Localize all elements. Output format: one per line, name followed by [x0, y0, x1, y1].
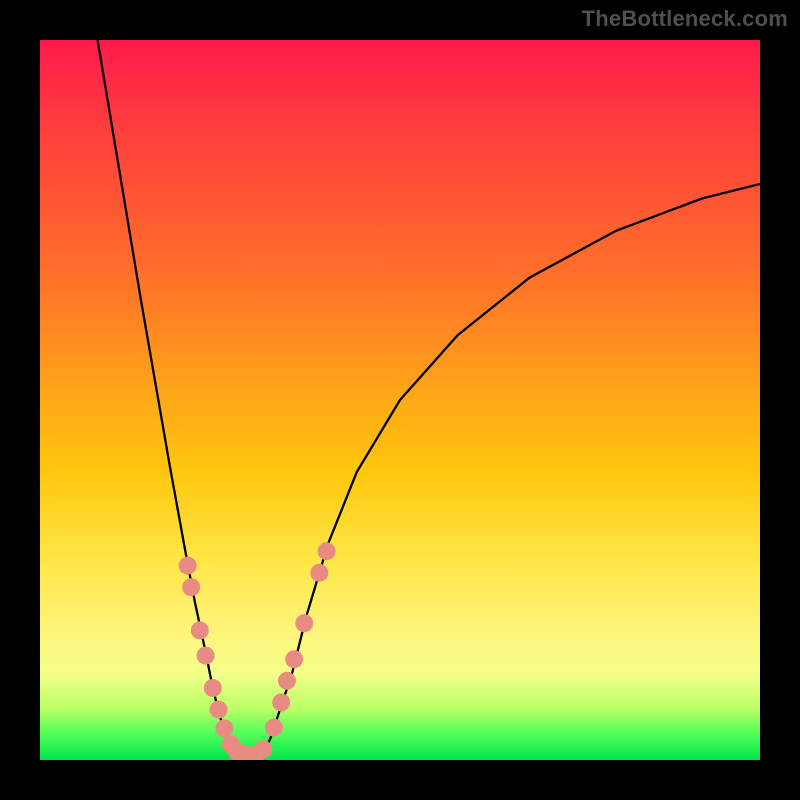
data-marker — [278, 672, 296, 690]
chart-frame: TheBottleneck.com — [0, 0, 800, 800]
data-marker — [318, 542, 336, 560]
data-marker — [295, 614, 313, 632]
plot-area — [40, 40, 760, 760]
data-marker — [182, 578, 200, 596]
curve-right — [263, 184, 760, 753]
curve-layer — [40, 40, 760, 760]
data-marker — [210, 701, 228, 719]
data-marker — [215, 719, 233, 737]
data-marker — [285, 650, 303, 668]
data-marker — [191, 621, 209, 639]
data-marker — [197, 647, 215, 665]
data-marker — [272, 693, 290, 711]
data-marker — [310, 564, 328, 582]
watermark-text: TheBottleneck.com — [582, 6, 788, 32]
data-marker — [265, 719, 283, 737]
data-marker — [254, 740, 272, 758]
data-marker — [179, 557, 197, 575]
curve-left — [98, 40, 235, 753]
data-marker — [204, 679, 222, 697]
marker-group — [179, 542, 336, 760]
